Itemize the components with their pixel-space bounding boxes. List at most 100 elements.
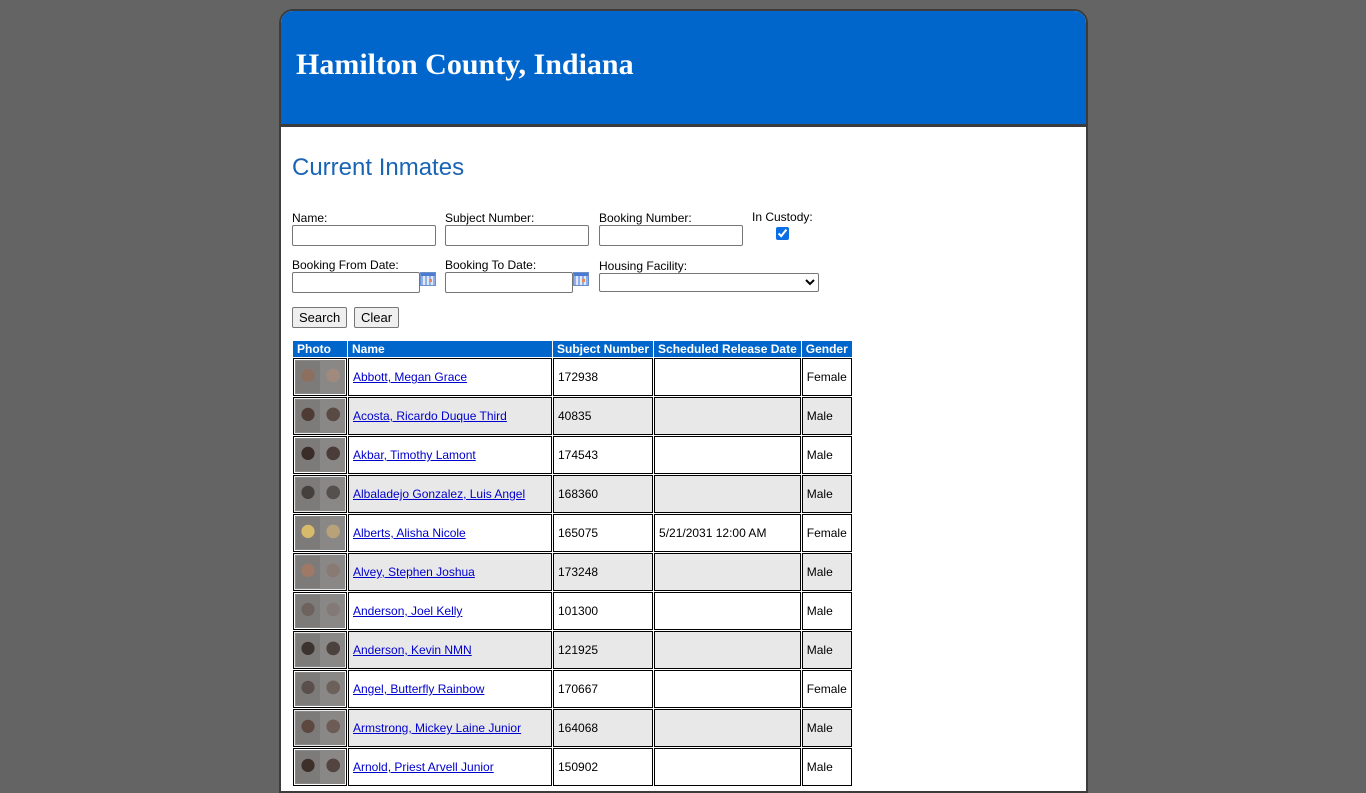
release-date-cell xyxy=(654,358,801,396)
mugshot-front xyxy=(296,400,320,432)
mugshot-front xyxy=(296,634,320,666)
photo-cell xyxy=(293,709,347,747)
mugshot-front xyxy=(296,556,320,588)
housing-facility-select[interactable] xyxy=(599,273,819,292)
name-cell: Armstrong, Mickey Laine Junior xyxy=(348,709,552,747)
inmate-name-link[interactable]: Angel, Butterfly Rainbow xyxy=(353,682,484,696)
inmate-name-link[interactable]: Akbar, Timothy Lamont xyxy=(353,448,476,462)
name-cell: Acosta, Ricardo Duque Third xyxy=(348,397,552,435)
mugshot-thumbnail[interactable] xyxy=(295,516,345,550)
gender-cell: Male xyxy=(801,631,852,669)
name-cell: Akbar, Timothy Lamont xyxy=(348,436,552,474)
mugshot-profile xyxy=(320,712,344,744)
gender-cell: Female xyxy=(801,670,852,708)
column-header-photo: Photo xyxy=(293,341,347,357)
release-date-cell xyxy=(654,553,801,591)
calendar-icon[interactable] xyxy=(573,272,589,286)
inmate-name-link[interactable]: Armstrong, Mickey Laine Junior xyxy=(353,721,521,735)
subject-number-label: Subject Number: xyxy=(445,211,535,225)
mugshot-thumbnail[interactable] xyxy=(295,672,345,706)
release-date-cell xyxy=(654,709,801,747)
page-container: Hamilton County, Indiana Current Inmates… xyxy=(279,9,1088,793)
mugshot-profile xyxy=(320,400,344,432)
inmate-name-link[interactable]: Abbott, Megan Grace xyxy=(353,370,467,384)
table-row: Anderson, Kevin NMN 121925 Male xyxy=(293,631,852,669)
booking-number-input[interactable] xyxy=(599,225,743,246)
mugshot-thumbnail[interactable] xyxy=(295,477,345,511)
mugshot-front xyxy=(296,595,320,627)
table-row: Acosta, Ricardo Duque Third 40835 Male xyxy=(293,397,852,435)
gender-cell: Male xyxy=(801,475,852,513)
subject-number-cell: 172938 xyxy=(553,358,654,396)
inmate-name-link[interactable]: Acosta, Ricardo Duque Third xyxy=(353,409,507,423)
mugshot-front xyxy=(296,712,320,744)
booking-to-field: Booking To Date: xyxy=(445,258,589,293)
gender-cell: Male xyxy=(801,397,852,435)
column-header-release-date[interactable]: Scheduled Release Date xyxy=(654,341,801,357)
inmate-name-link[interactable]: Alvey, Stephen Joshua xyxy=(353,565,475,579)
release-date-cell xyxy=(654,397,801,435)
subject-number-cell: 173248 xyxy=(553,553,654,591)
name-cell: Alberts, Alisha Nicole xyxy=(348,514,552,552)
inmate-name-link[interactable]: Anderson, Joel Kelly xyxy=(353,604,462,618)
inmate-name-link[interactable]: Arnold, Priest Arvell Junior xyxy=(353,760,494,774)
column-header-subject-number[interactable]: Subject Number xyxy=(553,341,654,357)
mugshot-front xyxy=(296,361,320,393)
search-button[interactable]: Search xyxy=(292,307,348,328)
booking-from-field: Booking From Date: xyxy=(292,258,436,293)
table-row: Alvey, Stephen Joshua 173248 Male xyxy=(293,553,852,591)
photo-cell xyxy=(293,670,347,708)
inmate-name-link[interactable]: Albaladejo Gonzalez, Luis Angel xyxy=(353,487,525,501)
subject-number-cell: 101300 xyxy=(553,592,654,630)
photo-cell xyxy=(293,592,347,630)
photo-cell xyxy=(293,436,347,474)
name-input[interactable] xyxy=(292,225,436,246)
photo-cell xyxy=(293,631,347,669)
name-cell: Alvey, Stephen Joshua xyxy=(348,553,552,591)
mugshot-profile xyxy=(320,361,344,393)
inmates-table: Photo Name Subject Number Scheduled Rele… xyxy=(292,340,853,787)
subject-number-cell: 174543 xyxy=(553,436,654,474)
booking-to-input[interactable] xyxy=(445,272,573,293)
table-row: Armstrong, Mickey Laine Junior 164068 Male xyxy=(293,709,852,747)
mugshot-profile xyxy=(320,595,344,627)
table-row: Abbott, Megan Grace 172938 Female xyxy=(293,358,852,396)
mugshot-profile xyxy=(320,478,344,510)
name-cell: Anderson, Kevin NMN xyxy=(348,631,552,669)
table-body: Abbott, Megan Grace 172938 Female Acosta, R… xyxy=(293,358,852,786)
inmate-name-link[interactable]: Anderson, Kevin NMN xyxy=(353,643,472,657)
mugshot-thumbnail[interactable] xyxy=(295,360,345,394)
mugshot-thumbnail[interactable] xyxy=(295,594,345,628)
booking-number-field: Booking Number: xyxy=(599,211,743,246)
photo-cell xyxy=(293,475,347,513)
subject-number-cell: 40835 xyxy=(553,397,654,435)
calendar-icon[interactable] xyxy=(420,272,436,286)
mugshot-thumbnail[interactable] xyxy=(295,633,345,667)
table-row: Akbar, Timothy Lamont 174543 Male xyxy=(293,436,852,474)
in-custody-field: In Custody: xyxy=(752,210,813,243)
in-custody-checkbox[interactable] xyxy=(775,227,789,240)
mugshot-thumbnail[interactable] xyxy=(295,399,345,433)
column-header-name[interactable]: Name xyxy=(348,341,552,357)
gender-cell: Male xyxy=(801,553,852,591)
gender-cell: Female xyxy=(801,358,852,396)
inmate-name-link[interactable]: Alberts, Alisha Nicole xyxy=(353,526,466,540)
mugshot-thumbnail[interactable] xyxy=(295,711,345,745)
release-date-cell xyxy=(654,592,801,630)
subject-number-input[interactable] xyxy=(445,225,589,246)
mugshot-thumbnail[interactable] xyxy=(295,750,345,784)
table-row: Albaladejo Gonzalez, Luis Angel 168360 Mal… xyxy=(293,475,852,513)
table-row: Arnold, Priest Arvell Junior 150902 Male xyxy=(293,748,852,786)
booking-from-input[interactable] xyxy=(292,272,420,293)
mugshot-thumbnail[interactable] xyxy=(295,555,345,589)
table-row: Anderson, Joel Kelly 101300 Male xyxy=(293,592,852,630)
mugshot-thumbnail[interactable] xyxy=(295,438,345,472)
column-header-gender[interactable]: Gender xyxy=(801,341,852,357)
page-title: Current Inmates xyxy=(292,154,465,181)
mugshot-profile xyxy=(320,439,344,471)
booking-to-label: Booking To Date: xyxy=(445,258,537,272)
name-label: Name: xyxy=(292,211,328,225)
mugshot-front xyxy=(296,751,320,783)
release-date-cell: 5/21/2031 12:00 AM xyxy=(654,514,801,552)
clear-button[interactable]: Clear xyxy=(354,307,400,328)
